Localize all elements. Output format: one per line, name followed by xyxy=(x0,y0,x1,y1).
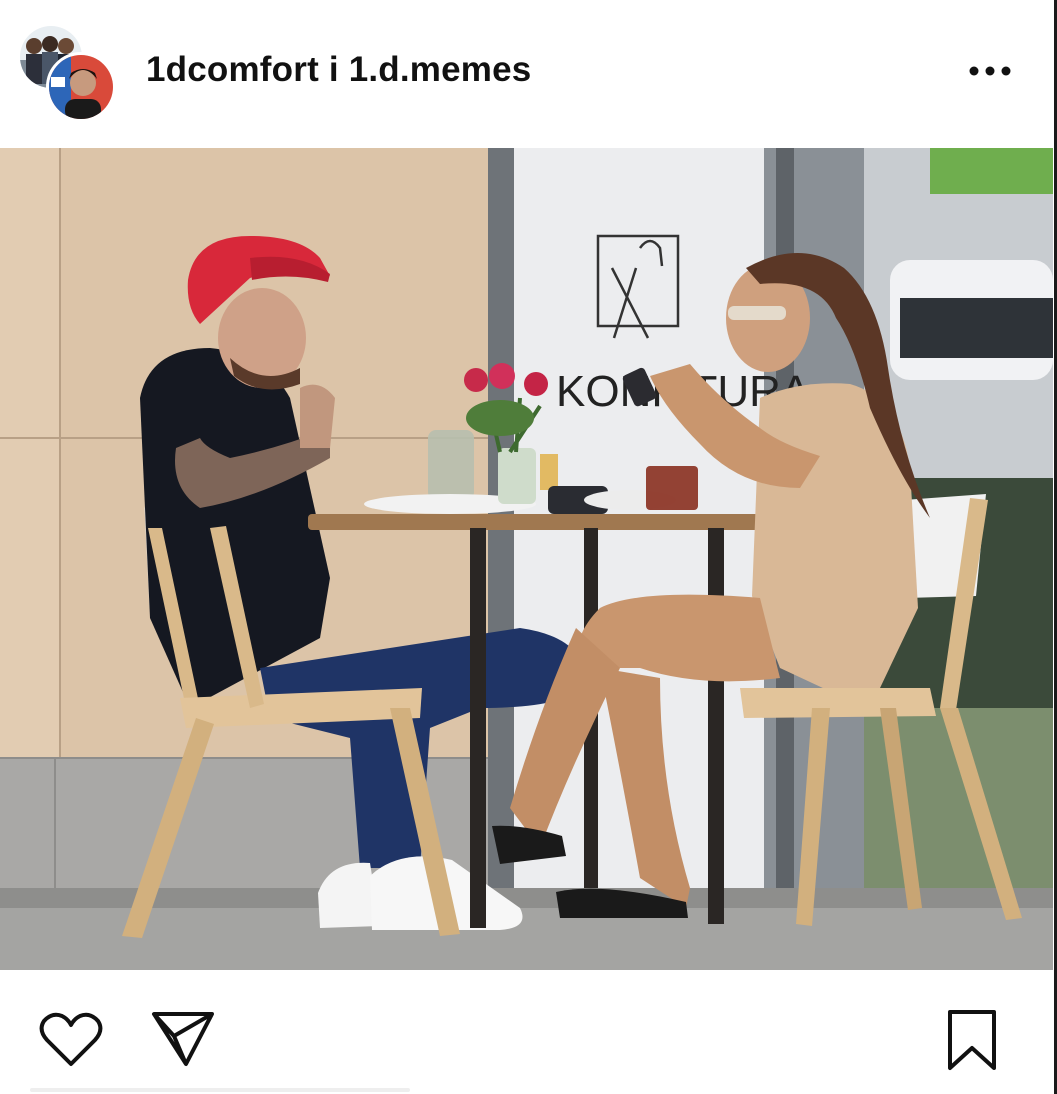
post-header: 1dcomfort i 1.d.memes xyxy=(0,0,1057,148)
post-photo[interactable]: KONFITURA xyxy=(0,148,1053,970)
more-options-icon[interactable] xyxy=(962,54,1026,88)
bookmark-icon[interactable] xyxy=(944,1008,1000,1072)
post-username[interactable]: 1dcomfort i 1.d.memes xyxy=(146,50,531,90)
caption-placeholder xyxy=(30,1088,410,1092)
avatar-front xyxy=(46,52,116,122)
heart-icon[interactable] xyxy=(38,1010,104,1070)
avatar-stack[interactable] xyxy=(18,24,116,122)
send-icon[interactable] xyxy=(150,1008,216,1068)
post-actions xyxy=(0,970,1057,1094)
